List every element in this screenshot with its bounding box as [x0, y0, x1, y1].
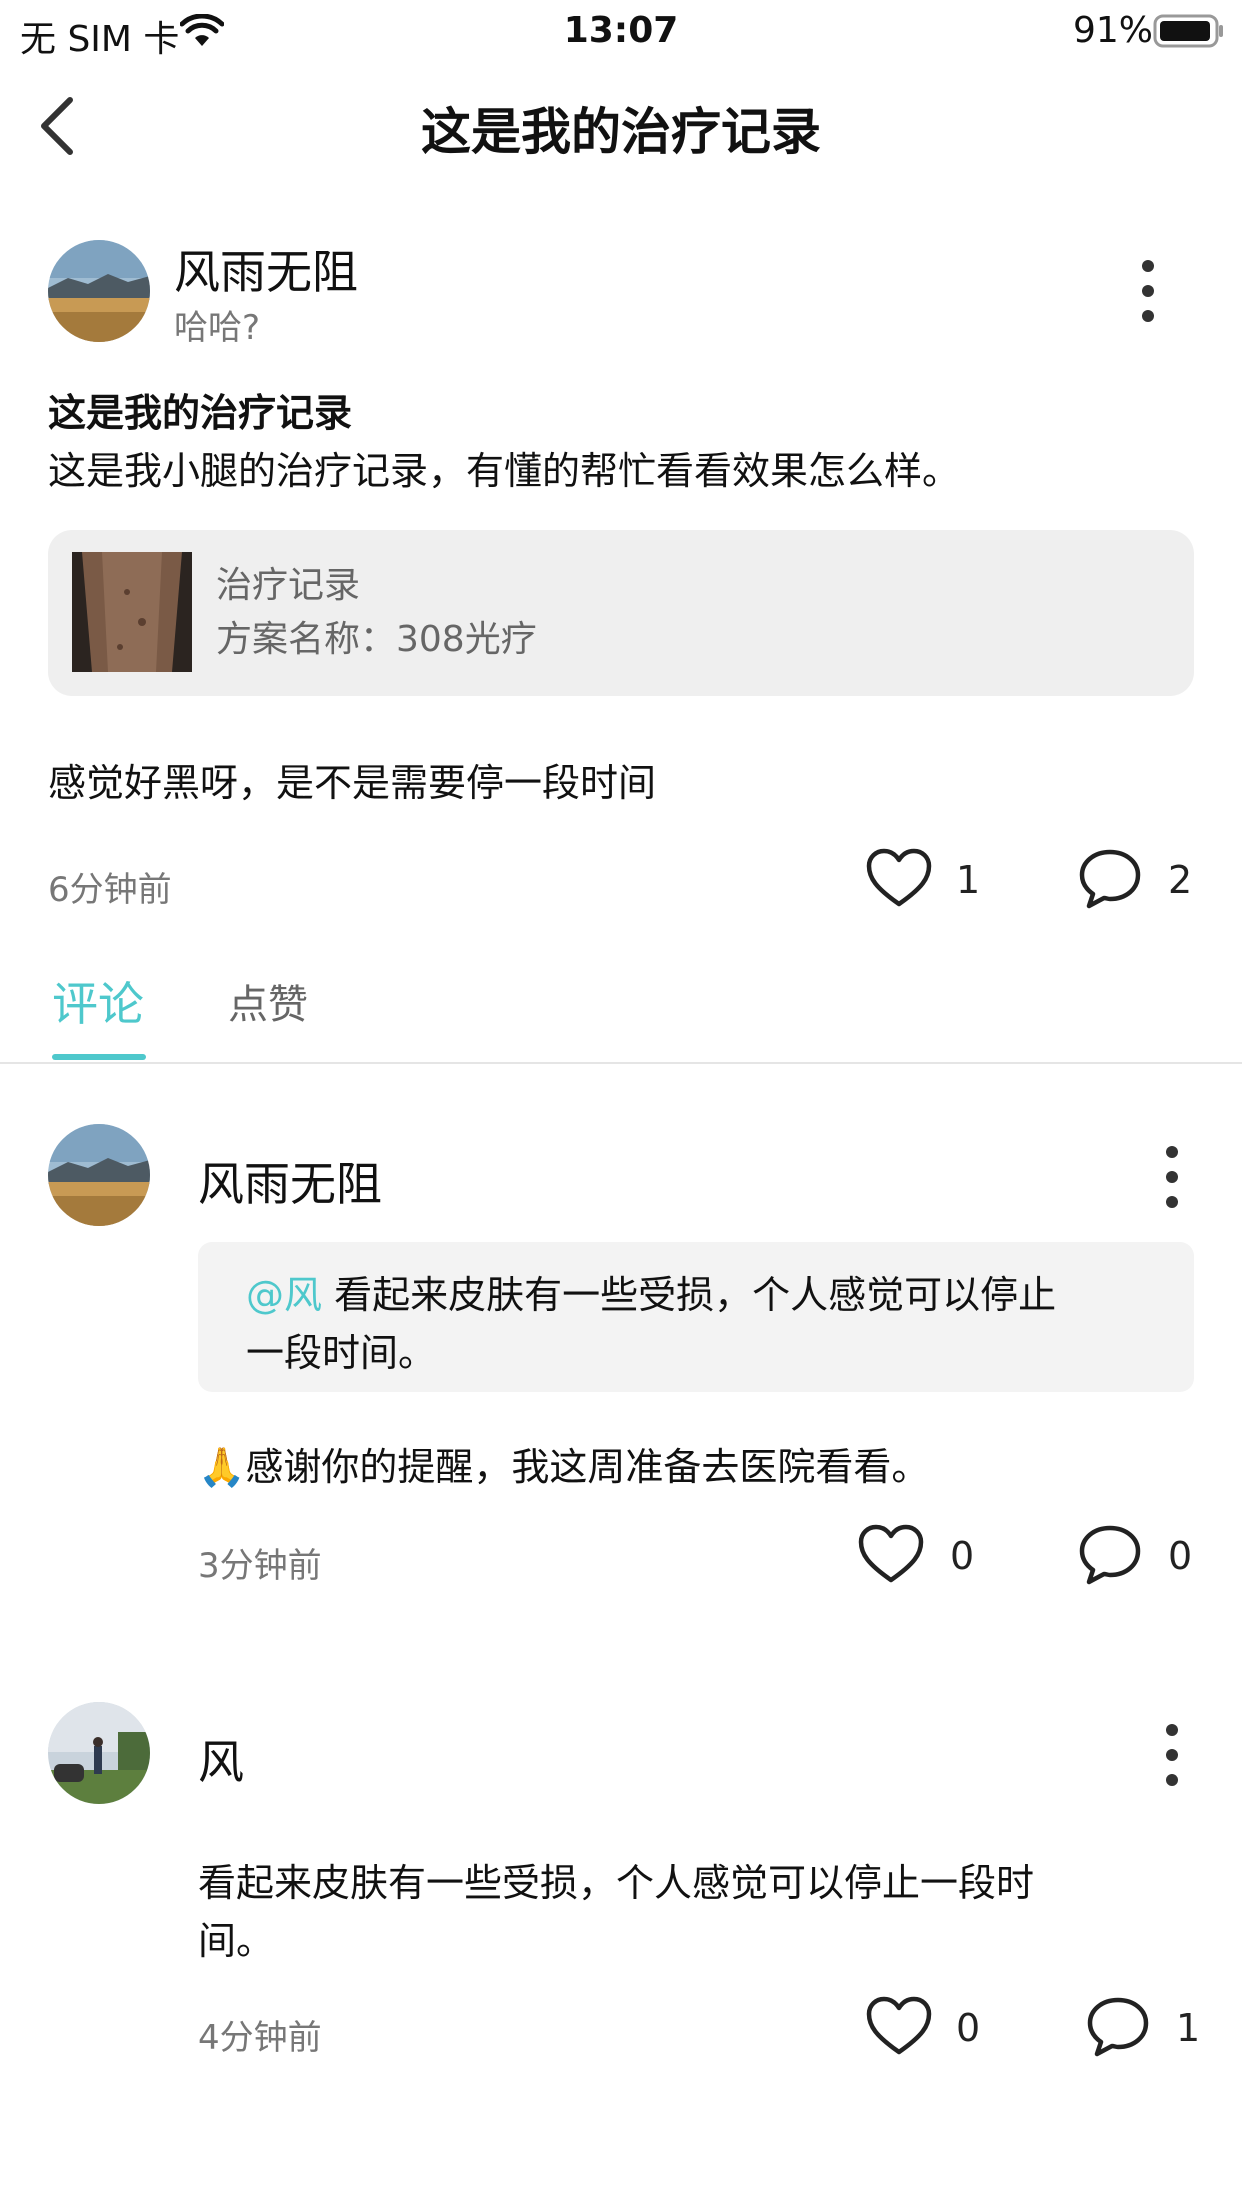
- comment-bubble-icon[interactable]: [1078, 848, 1142, 910]
- comment-bubble-icon[interactable]: [1086, 1996, 1150, 2058]
- reply-text-line1: 看起来皮肤有一些受损，个人感觉可以停止一段时: [198, 1861, 1035, 1905]
- pray-emoji: 🙏: [198, 1445, 246, 1489]
- post-author-subtitle: 哈哈?: [174, 308, 261, 348]
- battery-icon: [1153, 14, 1225, 48]
- heart-icon[interactable]: [866, 848, 932, 908]
- comment-bubble-icon[interactable]: [1078, 1524, 1142, 1586]
- record-label: 治疗记录: [216, 565, 361, 606]
- avatar[interactable]: [48, 1124, 150, 1226]
- post-comment-text: 感觉好黑呀，是不是需要停一段时间: [48, 761, 657, 805]
- more-vertical-icon[interactable]: [1166, 1724, 1180, 1799]
- post-title: 这是我的治疗记录: [48, 391, 353, 435]
- page-title: 这是我的治疗记录: [421, 103, 821, 161]
- more-vertical-icon[interactable]: [1166, 1146, 1180, 1221]
- tab-likes[interactable]: 点赞: [228, 972, 308, 1030]
- tab-comments[interactable]: 评论: [52, 968, 144, 1034]
- reply-author-name[interactable]: 风雨无阻: [198, 1148, 382, 1214]
- reply-like-count: 0: [956, 2006, 981, 2050]
- avatar[interactable]: [48, 240, 150, 342]
- avatar[interactable]: [48, 1702, 150, 1804]
- reply-time: 3分钟前: [198, 1546, 322, 1586]
- reply-like-count: 0: [950, 1534, 975, 1578]
- reply-comment-count: 1: [1176, 2006, 1201, 2050]
- reply-text: 🙏感谢你的提醒，我这周准备去医院看看。: [198, 1445, 930, 1489]
- tab-active-indicator: [52, 1054, 146, 1060]
- quoted-reply-line2: 一段时间。: [246, 1331, 437, 1375]
- quoted-reply-text: 看起来皮肤有一些受损，个人感觉可以停止: [322, 1273, 1057, 1317]
- status-time: 13:07: [563, 10, 679, 51]
- record-thumbnail: [72, 552, 192, 672]
- reply-time: 4分钟前: [198, 2018, 322, 2058]
- post-author-name[interactable]: 风雨无阻: [174, 236, 358, 302]
- tabs-divider: [0, 1062, 1242, 1064]
- record-plan: 方案名称：308光疗: [216, 619, 537, 660]
- reply-author-name[interactable]: 风: [198, 1726, 244, 1792]
- battery-percent: 91%: [1073, 10, 1154, 51]
- post-content: 这是我小腿的治疗记录，有懂的帮忙看看效果怎么样。: [48, 449, 961, 493]
- post-time: 6分钟前: [48, 870, 172, 910]
- quoted-reply-line1: @风 看起来皮肤有一些受损，个人感觉可以停止: [246, 1264, 1056, 1319]
- post-like-count: 1: [956, 858, 981, 902]
- heart-icon[interactable]: [866, 1996, 932, 2056]
- heart-icon[interactable]: [858, 1524, 924, 1584]
- mention-link[interactable]: @风: [246, 1273, 322, 1317]
- more-vertical-icon[interactable]: [1142, 260, 1156, 335]
- reply-text-line2: 间。: [198, 1919, 275, 1963]
- post-comment-count: 2: [1168, 858, 1193, 902]
- reply-comment-count: 0: [1168, 1534, 1193, 1578]
